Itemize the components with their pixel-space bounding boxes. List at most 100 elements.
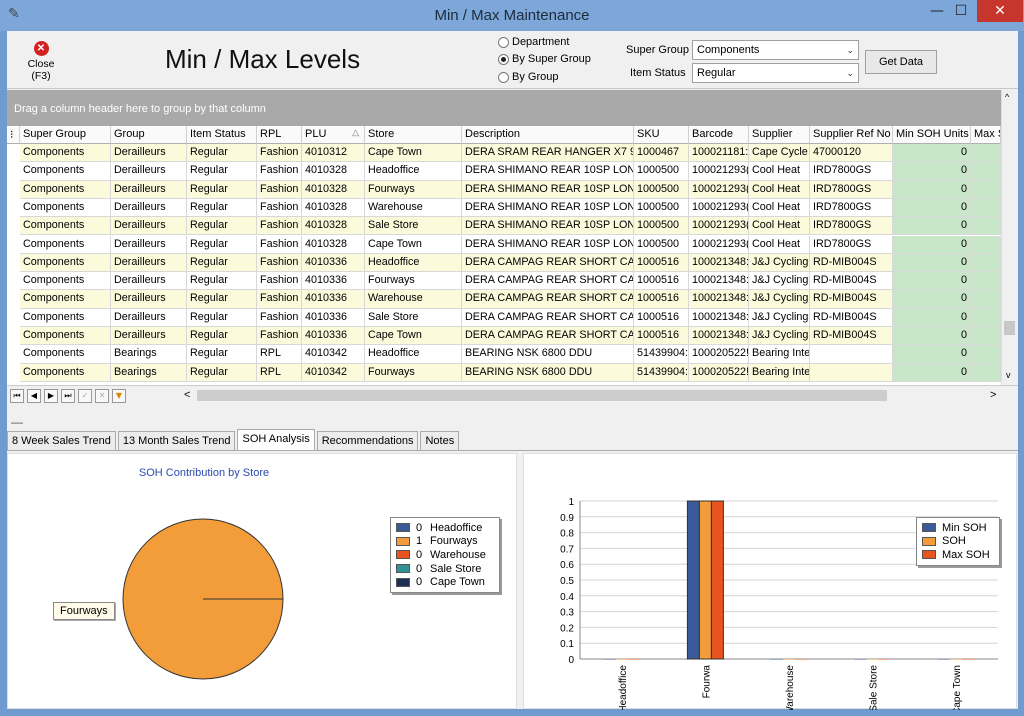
cell-sku[interactable]: 51439904:: [634, 345, 689, 364]
column-header-store[interactable]: Store: [365, 126, 462, 144]
cell-sku[interactable]: 1000500: [634, 180, 689, 199]
cell-supplier-ref-no[interactable]: IRD7800GS: [810, 162, 893, 181]
cell-store[interactable]: Sale Store: [365, 217, 462, 236]
column-header-item-status[interactable]: Item Status: [187, 126, 257, 144]
column-header-super-group[interactable]: Super Group: [20, 126, 111, 144]
cell-barcode[interactable]: 100021293(: [689, 235, 749, 254]
cell-group[interactable]: Derailleurs: [111, 327, 187, 346]
cell-rpl[interactable]: Fashion: [257, 198, 302, 218]
cell-max-soh[interactable]: [971, 272, 1001, 291]
cell-description[interactable]: DERA SHIMANO REAR 10SP LONG C: [462, 198, 634, 218]
cell-sku[interactable]: 1000500: [634, 198, 689, 218]
cell-max-soh[interactable]: [971, 327, 1001, 346]
cell-group[interactable]: Bearings: [111, 363, 187, 382]
cell-barcode[interactable]: 100021348:: [689, 272, 749, 291]
column-header-barcode[interactable]: Barcode: [689, 126, 749, 144]
column-header-supplier-ref-no[interactable]: Supplier Ref No: [810, 126, 893, 144]
cell-store[interactable]: Warehouse: [365, 290, 462, 309]
table-row[interactable]: Components Derailleurs Regular Fashion 40103…: [7, 308, 1001, 327]
cell-group[interactable]: Bearings: [111, 345, 187, 364]
prev-record-button[interactable]: ◀: [27, 389, 41, 403]
cell-supplier[interactable]: J&J Cycling: [749, 290, 810, 309]
cell-store[interactable]: Headoffice: [365, 162, 462, 181]
cell-store[interactable]: Fourways: [365, 272, 462, 291]
maximize-button[interactable]: ☐: [944, 0, 978, 22]
cell-min-soh-units[interactable]: 0: [893, 198, 971, 218]
table-row[interactable]: Components Derailleurs Regular Fashion 40103…: [7, 217, 1001, 236]
table-row[interactable]: Components Derailleurs Regular Fashion 40103…: [7, 272, 1001, 291]
cell-description[interactable]: BEARING NSK 6800 DDU: [462, 345, 634, 364]
cell-min-soh-units[interactable]: 0: [893, 144, 971, 163]
cell-group[interactable]: Derailleurs: [111, 308, 187, 327]
cell-plu[interactable]: 4010328: [302, 217, 365, 236]
cell-description[interactable]: BEARING NSK 6800 DDU: [462, 363, 634, 382]
cell-max-soh[interactable]: [971, 162, 1001, 181]
cell-rpl[interactable]: Fashion: [257, 272, 302, 291]
column-header-supplier[interactable]: Supplier: [749, 126, 810, 144]
column-header-min-soh-units[interactable]: Min SOH Units: [893, 126, 971, 144]
cell-item-status[interactable]: Regular: [187, 290, 257, 309]
last-record-button[interactable]: ⏭: [61, 389, 75, 403]
radio-indicator[interactable]: [498, 36, 509, 48]
cell-sku[interactable]: 51439904:: [634, 363, 689, 382]
cell-supplier[interactable]: J&J Cycling: [749, 272, 810, 291]
table-row[interactable]: Components Derailleurs Regular Fashion 40103…: [7, 162, 1001, 181]
cell-supplier-ref-no[interactable]: IRD7800GS: [810, 198, 893, 218]
cell-item-status[interactable]: Regular: [187, 327, 257, 346]
tab-soh-analysis[interactable]: SOH Analysis: [237, 429, 315, 451]
cell-max-soh[interactable]: [971, 217, 1001, 236]
tab-notes[interactable]: Notes: [420, 431, 460, 451]
cell-min-soh-units[interactable]: 0: [893, 345, 971, 364]
column-header-max-soh[interactable]: Max S: [971, 126, 1001, 144]
cell-rpl[interactable]: Fashion: [257, 253, 302, 273]
tab-13-month-sales-trend[interactable]: 13 Month Sales Trend: [117, 431, 236, 451]
cell-barcode[interactable]: 100020522!: [689, 345, 749, 364]
cell-supplier[interactable]: Cool Heat: [749, 217, 810, 236]
cell-store[interactable]: Warehouse: [365, 198, 462, 218]
table-row[interactable]: Components Derailleurs Regular Fashion 40103…: [7, 327, 1001, 346]
cell-max-soh[interactable]: [971, 235, 1001, 254]
filter-icon[interactable]: ▼: [112, 389, 126, 403]
cell-sku[interactable]: 1000516: [634, 327, 689, 346]
cell-store[interactable]: Fourways: [365, 180, 462, 199]
table-row[interactable]: Components Derailleurs Regular Fashion 40103…: [7, 253, 1001, 273]
cell-supplier-ref-no[interactable]: RD-MIB004S: [810, 290, 893, 309]
cell-supplier[interactable]: Bearing Inte: [749, 363, 810, 382]
cell-store[interactable]: Cape Town: [365, 235, 462, 254]
scroll-right-icon[interactable]: >: [990, 389, 996, 401]
cell-rpl[interactable]: Fashion: [257, 327, 302, 346]
first-record-button[interactable]: ⏮: [10, 389, 24, 403]
radio-indicator[interactable]: [498, 71, 509, 83]
confirm-icon[interactable]: ✓: [78, 389, 92, 403]
cell-rpl[interactable]: Fashion: [257, 180, 302, 199]
cell-super-group[interactable]: Components: [20, 217, 111, 236]
cell-rpl[interactable]: Fashion: [257, 217, 302, 236]
cell-max-soh[interactable]: [971, 253, 1001, 273]
close-button[interactable]: ✕ Close (F3): [19, 39, 63, 85]
cell-store[interactable]: Headoffice: [365, 253, 462, 273]
cell-rpl[interactable]: RPL: [257, 345, 302, 364]
cell-barcode[interactable]: 100021293(: [689, 198, 749, 218]
cell-super-group[interactable]: Components: [20, 198, 111, 218]
cell-description[interactable]: DERA SHIMANO REAR 10SP LONG C: [462, 217, 634, 236]
cell-group[interactable]: Derailleurs: [111, 144, 187, 163]
cell-supplier[interactable]: J&J Cycling: [749, 327, 810, 346]
cell-group[interactable]: Derailleurs: [111, 198, 187, 218]
cell-plu[interactable]: 4010328: [302, 180, 365, 199]
table-row[interactable]: Components Derailleurs Regular Fashion 40103…: [7, 290, 1001, 309]
cell-item-status[interactable]: Regular: [187, 180, 257, 199]
cell-supplier[interactable]: Cool Heat: [749, 198, 810, 218]
cell-rpl[interactable]: Fashion: [257, 144, 302, 163]
cell-min-soh-units[interactable]: 0: [893, 217, 971, 236]
cell-barcode[interactable]: 100021293(: [689, 162, 749, 181]
cancel-icon[interactable]: ✕: [95, 389, 109, 403]
horizontal-scroll-thumb[interactable]: [197, 390, 887, 401]
cell-supplier-ref-no[interactable]: RD-MIB004S: [810, 327, 893, 346]
cell-barcode[interactable]: 100021348:: [689, 308, 749, 327]
cell-description[interactable]: DERA CAMPAG REAR SHORT CAGE: [462, 327, 634, 346]
cell-item-status[interactable]: Regular: [187, 198, 257, 218]
cell-max-soh[interactable]: [971, 345, 1001, 364]
column-header-rpl[interactable]: RPL: [257, 126, 302, 144]
cell-sku[interactable]: 1000500: [634, 162, 689, 181]
cell-super-group[interactable]: Components: [20, 308, 111, 327]
